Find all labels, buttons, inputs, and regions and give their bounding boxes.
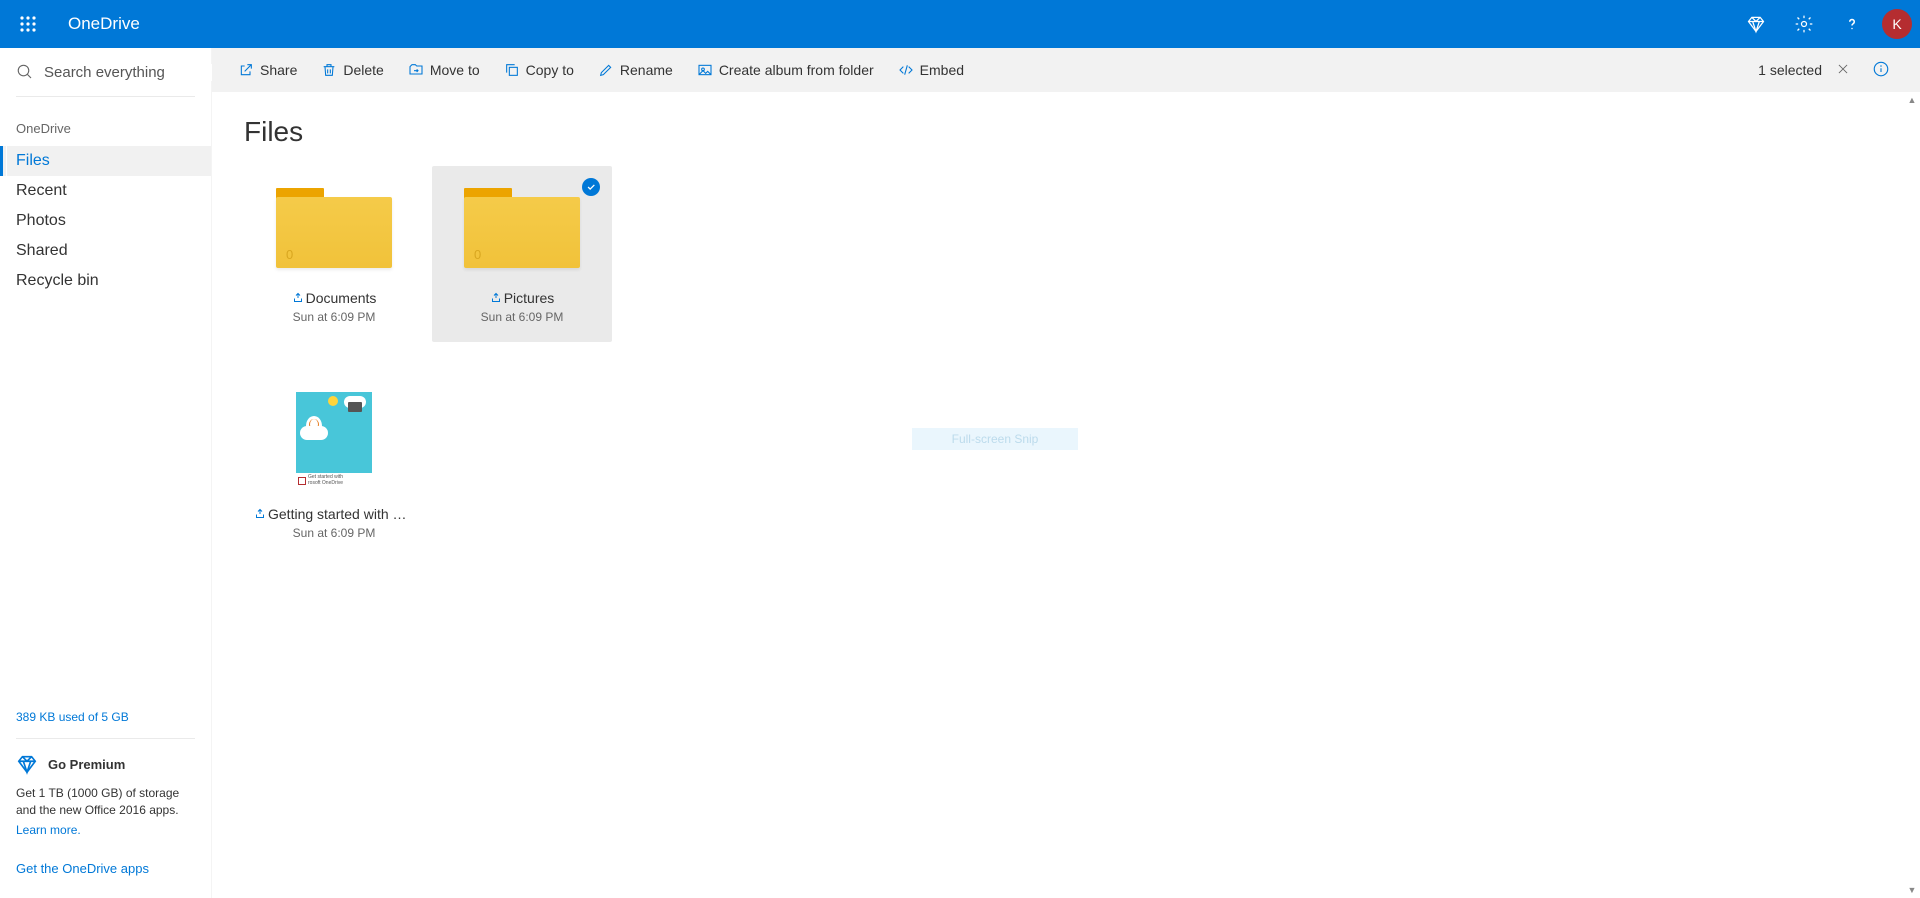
file-thumbnail: Get started withrosoft OneDrive — [296, 392, 372, 488]
command-bar: Share Delete Move to Copy to Rename Create al… — [212, 48, 1920, 92]
shared-icon — [292, 292, 304, 304]
folder-tile-documents[interactable]: 0 Documents Sun at 6:09 PM — [244, 166, 424, 342]
cmd-embed[interactable]: Embed — [886, 48, 976, 92]
cmd-label: Delete — [343, 62, 383, 78]
cmd-label: Rename — [620, 62, 673, 78]
settings-icon[interactable] — [1780, 0, 1828, 48]
premium-icon[interactable] — [1732, 0, 1780, 48]
scrollbar[interactable]: ▲ ▼ — [1904, 92, 1920, 898]
nav-item-recent[interactable]: Recent — [0, 176, 211, 206]
account-avatar[interactable]: K — [1882, 9, 1912, 39]
get-apps-link[interactable]: Get the OneDrive apps — [0, 837, 211, 898]
folder-icon: 0 — [276, 188, 392, 268]
item-name: Getting started with On... — [268, 506, 414, 522]
cmd-label: Share — [260, 62, 297, 78]
selected-check-icon — [582, 178, 600, 196]
folder-item-count: 0 — [474, 247, 481, 262]
cmd-move-to[interactable]: Move to — [396, 48, 492, 92]
nav-item-shared[interactable]: Shared — [0, 236, 211, 266]
help-icon[interactable] — [1828, 0, 1876, 48]
premium-title: Go Premium — [48, 757, 125, 772]
cmd-label: Create album from folder — [719, 62, 874, 78]
divider — [16, 96, 195, 97]
premium-learn-more-link[interactable]: Learn more. — [0, 823, 211, 837]
selection-count: 1 selected — [1758, 62, 1822, 78]
nav-item-recycle-bin[interactable]: Recycle bin — [0, 266, 211, 296]
cmd-label: Copy to — [526, 62, 574, 78]
main-area: Share Delete Move to Copy to Rename Create al… — [212, 48, 1920, 898]
cmd-rename[interactable]: Rename — [586, 48, 685, 92]
folder-icon: 0 — [464, 188, 580, 268]
item-name: Pictures — [504, 290, 555, 306]
app-title: OneDrive — [68, 14, 140, 34]
item-date: Sun at 6:09 PM — [254, 310, 414, 324]
item-date: Sun at 6:09 PM — [254, 526, 414, 540]
folder-tile-pictures[interactable]: 0 Pictures Sun at 6:09 PM — [432, 166, 612, 342]
cmd-label: Move to — [430, 62, 480, 78]
app-launcher-button[interactable] — [8, 4, 48, 44]
clear-selection-button[interactable] — [1830, 56, 1856, 85]
cmd-copy-to[interactable]: Copy to — [492, 48, 586, 92]
premium-row: Go Premium — [0, 753, 211, 775]
scroll-down-icon[interactable]: ▼ — [1904, 882, 1920, 898]
info-pane-toggle[interactable] — [1866, 54, 1896, 87]
app-header: OneDrive K — [0, 0, 1920, 48]
left-panel: OneDrive FilesRecentPhotosSharedRecycle … — [0, 48, 212, 898]
cmd-create-album-from-folder[interactable]: Create album from folder — [685, 48, 886, 92]
nav-item-photos[interactable]: Photos — [0, 206, 211, 236]
search-icon — [16, 63, 34, 81]
content-area: Files 0 Documents Sun at 6:09 PM 0 Pictures S… — [212, 92, 1920, 898]
scroll-up-icon[interactable]: ▲ — [1904, 92, 1920, 108]
snip-hint: Full-screen Snip — [912, 428, 1078, 450]
close-icon — [1836, 62, 1850, 76]
shared-icon — [254, 508, 266, 520]
page-title: Files — [244, 116, 1888, 148]
nav-item-files[interactable]: Files — [0, 146, 211, 176]
item-name: Documents — [306, 290, 377, 306]
item-date: Sun at 6:09 PM — [442, 310, 602, 324]
folder-item-count: 0 — [286, 247, 293, 262]
shared-icon — [490, 292, 502, 304]
search-box[interactable] — [0, 48, 211, 96]
info-icon — [1872, 60, 1890, 78]
cmd-delete[interactable]: Delete — [309, 48, 395, 92]
cmd-label: Embed — [920, 62, 964, 78]
storage-usage-link[interactable]: 389 KB used of 5 GB — [0, 710, 211, 724]
premium-description: Get 1 TB (1000 GB) of storage and the ne… — [0, 775, 211, 823]
file-grid: 0 Documents Sun at 6:09 PM 0 Pictures Sun at … — [244, 166, 1888, 558]
nav-root-label: OneDrive — [0, 111, 211, 146]
file-tile-getting-started-with-on-[interactable]: Get started withrosoft OneDrive Getting s… — [244, 378, 424, 558]
diamond-icon — [16, 753, 38, 775]
cmd-share[interactable]: Share — [226, 48, 309, 92]
divider — [16, 738, 195, 739]
